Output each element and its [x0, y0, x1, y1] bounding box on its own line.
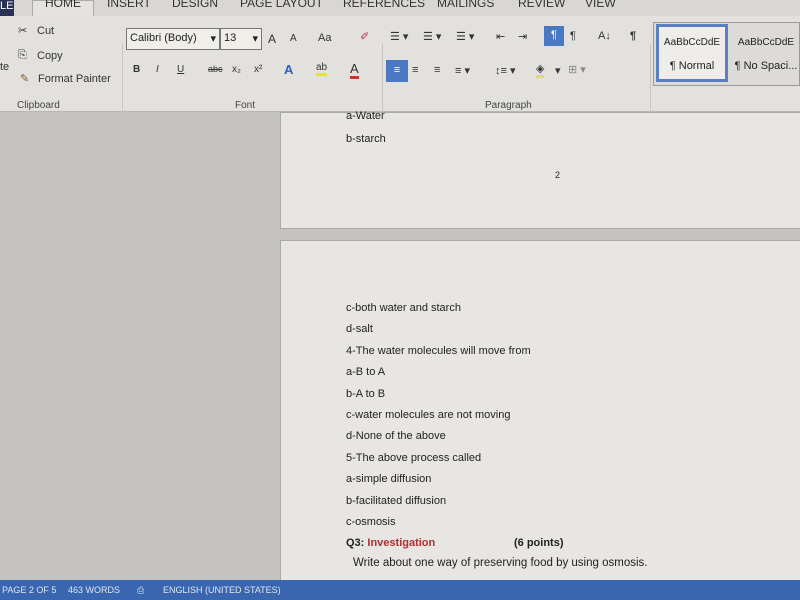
tab-mailings[interactable]: MAILINGS — [437, 0, 494, 10]
numbering-icon[interactable]: ☰ ▾ — [423, 30, 441, 43]
font-size-value: 13 — [224, 32, 237, 44]
q3-heading: Q3: Investigation (6 points) — [346, 537, 564, 549]
superscript-button[interactable]: x² — [254, 64, 262, 75]
ribbon-tabs: LE HOME INSERT DESIGN PAGE LAYOUT REFERE… — [0, 0, 800, 17]
borders-icon[interactable]: ⊞ ▾ — [568, 63, 586, 76]
paintbrush-icon: ✎ — [20, 73, 30, 85]
font-size-select[interactable]: 13 ▾ — [220, 28, 262, 50]
style-preview: AaBbCcDdE — [737, 37, 795, 48]
q3-label: Q3: — [346, 537, 368, 549]
document-page-1[interactable] — [280, 112, 800, 229]
grow-font-button[interactable]: A — [268, 32, 276, 46]
proofing-icon[interactable]: ⎙ — [137, 585, 144, 596]
copy-icon: ⎘ — [18, 49, 27, 61]
justify-icon[interactable]: ≡ ▾ — [455, 64, 470, 77]
doc-line: a-B to A — [346, 366, 386, 379]
highlight-button[interactable]: ab — [316, 62, 328, 76]
font-group-label: Font — [235, 100, 256, 111]
doc-line: c-both water and starch — [346, 302, 461, 314]
doc-line: 5-The above process called — [346, 451, 482, 464]
paragraph-group-label: Paragraph — [485, 100, 532, 111]
q3-title: Investigation — [367, 537, 436, 549]
tab-page-layout[interactable]: PAGE LAYOUT — [240, 0, 323, 10]
ltr-direction-icon[interactable]: ¶ — [544, 26, 564, 46]
doc-line: a-Water — [346, 110, 385, 122]
align-right-icon[interactable]: ≡ — [434, 64, 440, 76]
align-left-icon[interactable]: ≡ — [386, 60, 408, 82]
shading-icon[interactable]: ◈ — [536, 62, 545, 78]
doc-line: d-salt — [346, 323, 373, 336]
align-center-icon[interactable]: ≡ — [412, 64, 418, 76]
line-spacing-icon[interactable]: ↕≡ ▾ — [495, 64, 516, 77]
multilevel-list-icon[interactable]: ☰ ▾ — [456, 30, 474, 43]
sort-button[interactable]: A↓ — [598, 30, 611, 42]
doc-line: 4-The water molecules will move from — [346, 344, 531, 357]
tab-file[interactable]: LE — [0, 0, 14, 16]
q3-prompt: Write about one way of preserving food b… — [353, 557, 648, 569]
scissors-icon: ✂ — [18, 25, 28, 37]
language[interactable]: ENGLISH (UNITED STATES) — [163, 585, 281, 595]
underline-button[interactable]: U — [177, 64, 184, 75]
doc-line: a-simple diffusion — [346, 473, 432, 486]
decrease-indent-icon[interactable]: ⇤ — [496, 30, 505, 43]
bold-button[interactable]: B — [133, 64, 140, 75]
font-name-value: Calibri (Body) — [130, 32, 197, 44]
bullets-icon[interactable]: ☰ ▾ — [390, 30, 408, 43]
page-number: 2 — [555, 170, 561, 180]
font-name-select[interactable]: Calibri (Body) ▾ — [126, 28, 220, 50]
clear-formatting-icon[interactable]: ✐ — [360, 30, 369, 43]
style-normal[interactable]: AaBbCcDdE ¶ Normal — [656, 24, 728, 82]
status-bar: PAGE 2 OF 5 463 WORDS ⎙ ENGLISH (UNITED … — [0, 580, 800, 600]
doc-line: c-water molecules are not moving — [346, 409, 511, 421]
tab-design[interactable]: DESIGN — [172, 0, 218, 10]
tab-view[interactable]: VIEW — [585, 0, 616, 10]
rtl-direction-icon[interactable]: ¶ — [570, 30, 576, 42]
italic-button[interactable]: I — [156, 64, 159, 75]
text-effects-button[interactable]: A — [284, 62, 293, 77]
doc-line: c-osmosis — [346, 516, 396, 528]
clipboard-group-label: Clipboard — [17, 100, 60, 111]
cut-button[interactable]: Cut — [37, 25, 54, 37]
show-marks-button[interactable]: ¶ — [630, 30, 636, 42]
tab-home[interactable]: HOME — [45, 0, 81, 10]
tab-review[interactable]: REVIEW — [518, 0, 565, 10]
word-count[interactable]: 463 WORDS — [68, 585, 120, 595]
style-name: ¶ Normal — [669, 60, 715, 72]
doc-line: d-None of the above — [346, 430, 446, 443]
paste-button[interactable]: te — [0, 61, 9, 73]
strikethrough-button[interactable]: abc — [208, 64, 223, 74]
format-painter-button[interactable]: Format Painter — [38, 73, 111, 85]
page-count[interactable]: PAGE 2 OF 5 — [2, 585, 56, 595]
doc-line: b-starch — [346, 133, 386, 145]
doc-line: b-facilitated diffusion — [346, 494, 447, 507]
copy-button[interactable]: Copy — [37, 50, 63, 62]
doc-line: b-A to B — [346, 387, 386, 400]
increase-indent-icon[interactable]: ⇥ — [518, 30, 527, 43]
q3-points: (6 points) — [514, 537, 564, 549]
style-no-spacing[interactable]: AaBbCcDdE ¶ No Spaci... — [730, 24, 800, 82]
style-name: ¶ No Spaci... — [734, 60, 798, 72]
shading-dropdown-icon[interactable]: ▾ — [555, 64, 561, 77]
shrink-font-button[interactable]: A — [290, 33, 297, 44]
style-preview: AaBbCcDdE — [663, 37, 721, 48]
ribbon: te ✂ Cut ⎘ Copy ✎ Format Painter Clipboa… — [0, 16, 800, 114]
tab-references[interactable]: REFERENCES — [343, 0, 425, 10]
change-case-button[interactable]: Aa — [318, 32, 331, 44]
subscript-button[interactable]: x₂ — [232, 64, 241, 75]
tab-insert[interactable]: INSERT — [107, 0, 151, 10]
font-color-button[interactable]: A — [350, 61, 359, 79]
